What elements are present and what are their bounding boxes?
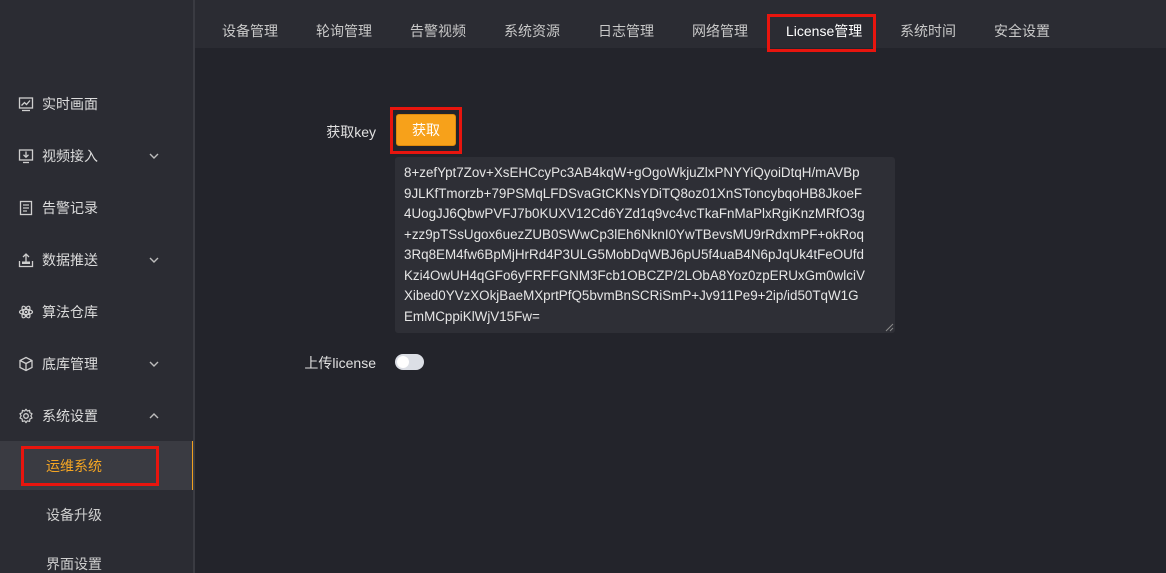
sidebar-item-library-management[interactable]: 底库管理 — [0, 344, 194, 384]
resize-handle-icon[interactable] — [884, 322, 894, 332]
sidebar-subitem-label: 界面设置 — [46, 555, 102, 572]
tab-system-time[interactable]: 系统时间 — [900, 0, 956, 48]
highlight-box — [767, 14, 876, 52]
tab-bar: 设备管理 轮询管理 告警视频 系统资源 日志管理 网络管理 License管理 … — [195, 0, 1166, 48]
tab-network-management[interactable]: 网络管理 — [692, 0, 748, 48]
tab-alarm-video[interactable]: 告警视频 — [410, 0, 466, 48]
cube-icon — [19, 356, 33, 372]
tab-security-settings[interactable]: 安全设置 — [994, 0, 1050, 48]
monitor-chart-icon — [18, 97, 34, 112]
sidebar-item-label: 底库管理 — [42, 356, 98, 372]
chevron-down-icon — [149, 361, 159, 367]
upload-license-toggle[interactable] — [395, 354, 424, 370]
sidebar-item-live-view[interactable]: 实时画面 — [0, 84, 194, 124]
sidebar-item-label: 告警记录 — [42, 200, 98, 216]
atom-icon — [18, 305, 34, 319]
sidebar-item-video-input[interactable]: 视频接入 — [0, 136, 194, 176]
document-list-icon — [19, 200, 33, 216]
sidebar-subitem-device-upgrade[interactable]: 设备升级 — [0, 490, 194, 539]
chevron-up-icon — [149, 413, 159, 419]
highlight-box — [21, 446, 159, 486]
sidebar-item-system-settings[interactable]: 系统设置 — [0, 396, 194, 436]
chevron-down-icon — [149, 257, 159, 263]
sidebar-item-label: 数据推送 — [42, 252, 98, 268]
sidebar-divider — [193, 0, 195, 573]
gear-icon — [19, 408, 33, 424]
sidebar-item-label: 系统设置 — [42, 408, 98, 424]
tab-system-resources[interactable]: 系统资源 — [504, 0, 560, 48]
get-key-button[interactable]: 获取 — [396, 114, 456, 146]
tab-device-management[interactable]: 设备管理 — [222, 0, 278, 48]
chevron-down-icon — [149, 153, 159, 159]
sidebar-item-label: 算法仓库 — [42, 304, 98, 320]
sidebar-item-alarm-records[interactable]: 告警记录 — [0, 188, 194, 228]
get-key-label: 获取key — [326, 124, 376, 140]
sidebar-item-algorithm-store[interactable]: 算法仓库 — [0, 292, 194, 332]
tab-log-management[interactable]: 日志管理 — [598, 0, 654, 48]
upload-license-label: 上传license — [304, 355, 376, 371]
app-window: 实时画面 视频接入 告警记录 数据推送 算法仓库 底库管理 系统设置 运维系统 … — [0, 0, 1166, 573]
upload-tray-icon — [18, 253, 34, 268]
toggle-knob — [397, 356, 409, 368]
sidebar: 实时画面 视频接入 告警记录 数据推送 算法仓库 底库管理 系统设置 运维系统 … — [0, 0, 194, 573]
tab-polling-management[interactable]: 轮询管理 — [316, 0, 372, 48]
screen-download-icon — [18, 149, 34, 164]
sidebar-item-data-push[interactable]: 数据推送 — [0, 240, 194, 280]
license-key-textarea[interactable]: 8+zefYpt7Zov+XsEHCcyPc3AB4kqW+gOgoWkjuZl… — [395, 157, 895, 333]
sidebar-subitem-label: 设备升级 — [46, 506, 102, 523]
sidebar-item-label: 视频接入 — [42, 148, 98, 164]
sidebar-item-label: 实时画面 — [42, 96, 98, 112]
sidebar-subitem-interface-settings[interactable]: 界面设置 — [0, 539, 194, 573]
